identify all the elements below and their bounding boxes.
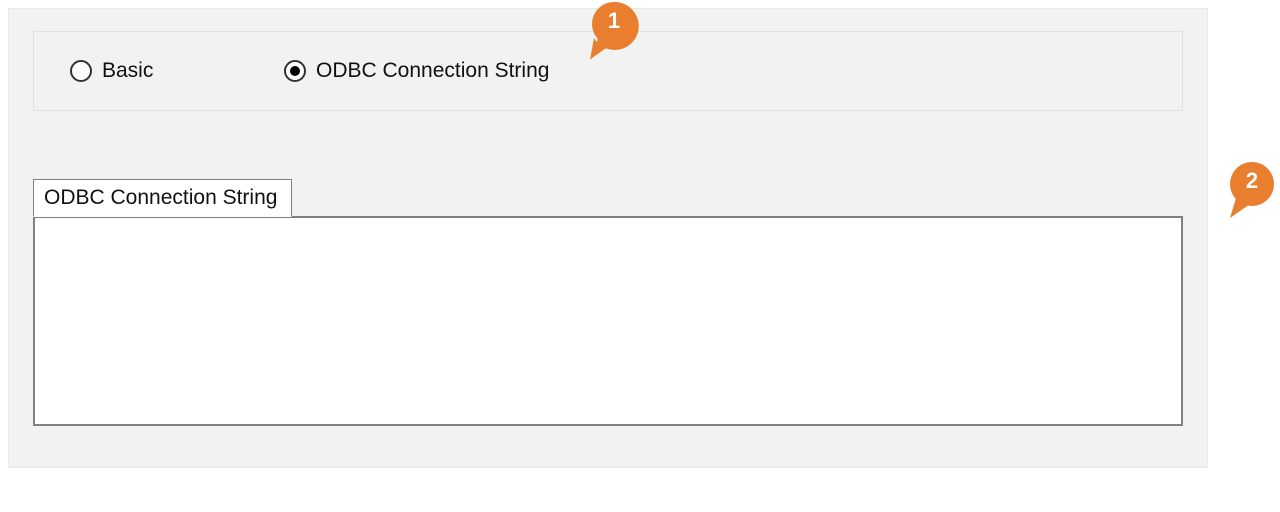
tab-odbc-connection-string[interactable]: ODBC Connection String [33, 179, 292, 217]
tab-label: ODBC Connection String [44, 186, 277, 209]
radio-icon [284, 60, 306, 82]
radio-basic-label: Basic [102, 59, 153, 83]
teardrop-icon [1226, 160, 1278, 222]
annotation-number: 2 [1226, 168, 1278, 194]
radio-odbc-connection-string[interactable]: ODBC Connection String [284, 59, 549, 83]
page-root: Basic ODBC Connection String ODBC Connec… [0, 0, 1280, 512]
connection-mode-radio-group: Basic ODBC Connection String [33, 31, 1183, 111]
radio-icon [70, 60, 92, 82]
odbc-tabset: ODBC Connection String [33, 179, 1183, 426]
radio-basic[interactable]: Basic [70, 59, 153, 83]
annotation-callout-2: 2 [1226, 160, 1278, 222]
settings-panel: Basic ODBC Connection String ODBC Connec… [8, 8, 1208, 468]
tab-body [33, 216, 1183, 426]
radio-dot-icon [290, 66, 300, 76]
odbc-connection-string-input[interactable] [33, 216, 1183, 426]
radio-odbc-label: ODBC Connection String [316, 59, 549, 83]
